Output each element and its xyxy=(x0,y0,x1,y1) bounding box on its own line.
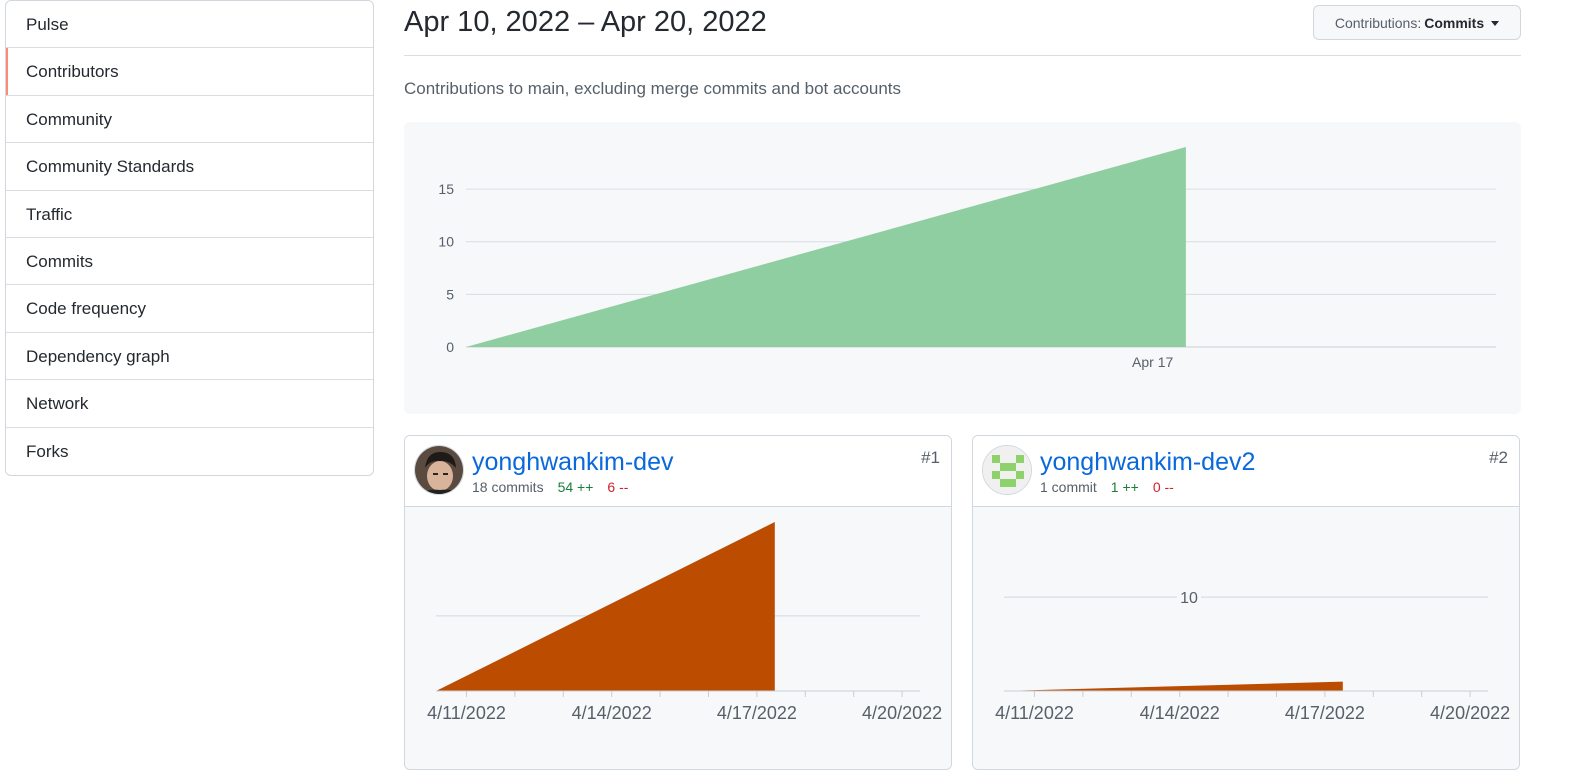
x-tick-label: 4/17/2022 xyxy=(1285,703,1365,723)
y-tick-label: 15 xyxy=(438,181,454,197)
sidebar-item-contributors[interactable]: Contributors xyxy=(6,48,373,96)
contributor-stats: 1 commit 1 ++ 0 -- xyxy=(1040,479,1174,495)
y-tick-label: 10 xyxy=(438,234,454,250)
contributor-name-link[interactable]: yonghwankim-dev xyxy=(472,448,674,477)
sidebar-item-code-frequency[interactable]: Code frequency xyxy=(6,285,373,333)
additions-count: 54 ++ xyxy=(557,479,594,495)
y-tick-label: 5 xyxy=(446,286,454,302)
sidebar-item-community[interactable]: Community xyxy=(6,96,373,144)
date-range-title: Apr 10, 2022 – Apr 20, 2022 xyxy=(404,6,767,38)
sidebar-item-commits[interactable]: Commits xyxy=(6,238,373,286)
x-tick-label: 4/11/2022 xyxy=(427,703,506,723)
x-tick-label: 4/14/2022 xyxy=(572,703,652,723)
commit-count: 1 commit xyxy=(1040,479,1097,495)
commits-area xyxy=(466,147,1186,347)
contributor-card-header: yonghwankim-dev2 1 commit 1 ++ 0 -- #2 xyxy=(973,436,1519,507)
contributor-avatar[interactable] xyxy=(982,445,1032,495)
sidebar-item-pulse[interactable]: Pulse xyxy=(6,1,373,49)
contributor-card: yonghwankim-dev2 1 commit 1 ++ 0 -- #2 10 4… xyxy=(972,435,1520,770)
contributor-chart[interactable]: 10 4/11/2022 4/14/2022 4/17/2022 4/20/2022 xyxy=(973,507,1519,769)
commits-area xyxy=(436,522,775,691)
contributor-chart-svg: 10 4/11/2022 4/14/2022 4/17/2022 4/20/2022 xyxy=(995,587,1510,723)
insights-sidebar: Pulse Contributors Community Community S… xyxy=(5,0,374,476)
contributions-subtitle: Contributions to main, excluding merge c… xyxy=(404,79,902,98)
contributor-stats: 18 commits 54 ++ 6 -- xyxy=(472,479,628,495)
x-tick-label: Apr 17 xyxy=(1132,354,1173,370)
contributor-chart[interactable]: 4/11/2022 4/14/2022 4/17/2022 4/20/2022 xyxy=(405,507,951,769)
x-tick-label: 4/20/2022 xyxy=(1430,703,1510,723)
sidebar-item-forks[interactable]: Forks xyxy=(6,428,373,475)
header-divider xyxy=(404,55,1521,56)
overview-chart-svg: 0 5 10 15 Apr 17 xyxy=(438,147,1496,370)
x-tick-label: 4/20/2022 xyxy=(862,703,942,723)
contributor-name-link[interactable]: yonghwankim-dev2 xyxy=(1040,448,1255,477)
sidebar-item-community-standards[interactable]: Community Standards xyxy=(6,143,373,191)
contributor-rank: #2 xyxy=(1489,448,1508,467)
contributor-avatar[interactable] xyxy=(414,445,464,495)
y-tick-label: 10 xyxy=(1180,590,1198,607)
contributor-card: yonghwankim-dev 18 commits 54 ++ 6 -- #1 4… xyxy=(404,435,952,770)
caret-down-icon xyxy=(1491,20,1500,26)
sidebar-item-dependency-graph[interactable]: Dependency graph xyxy=(6,333,373,381)
deletions-count: 6 -- xyxy=(607,479,629,495)
contributions-label: Contributions: xyxy=(1334,14,1422,31)
contributions-value: Commits xyxy=(1424,14,1485,31)
commits-area xyxy=(1004,681,1343,691)
contributor-rank: #1 xyxy=(921,448,940,467)
identicon-avatar-icon xyxy=(983,446,1031,494)
sidebar-item-traffic[interactable]: Traffic xyxy=(6,191,373,238)
deletions-count: 0 -- xyxy=(1152,479,1174,495)
sidebar-item-network[interactable]: Network xyxy=(6,380,373,428)
photo-avatar-icon xyxy=(415,446,463,494)
commit-count: 18 commits xyxy=(472,479,544,495)
x-tick-label: 4/14/2022 xyxy=(1140,703,1220,723)
additions-count: 1 ++ xyxy=(1110,479,1139,495)
contributor-chart-svg: 4/11/2022 4/14/2022 4/17/2022 4/20/2022 xyxy=(427,522,942,723)
contributor-card-header: yonghwankim-dev 18 commits 54 ++ 6 -- #1 xyxy=(405,436,951,507)
contributions-type-dropdown[interactable]: Contributions: Commits xyxy=(1313,5,1521,40)
x-tick-label: 4/11/2022 xyxy=(995,703,1074,723)
y-tick-label: 0 xyxy=(446,339,454,355)
x-tick-label: 4/17/2022 xyxy=(717,703,797,723)
overview-chart[interactable]: 0 5 10 15 Apr 17 xyxy=(404,122,1521,414)
